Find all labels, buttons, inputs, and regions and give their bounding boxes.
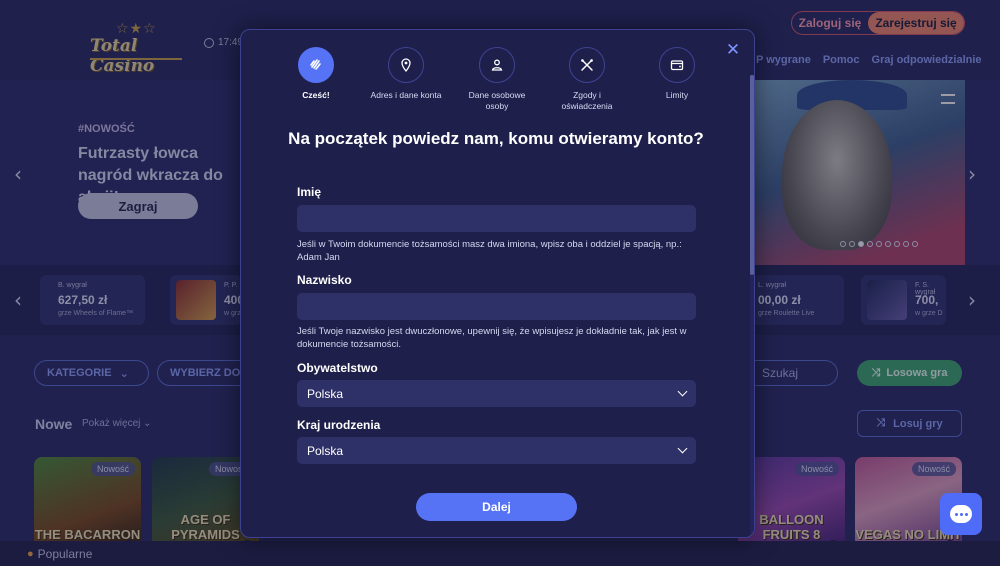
step-hello: Cześć! bbox=[276, 47, 356, 101]
tools-icon bbox=[569, 47, 605, 83]
birth-country-label: Kraj urodzenia bbox=[297, 418, 381, 432]
birth-country-select[interactable]: Polska bbox=[297, 437, 696, 464]
chat-button[interactable] bbox=[940, 493, 982, 535]
registration-steps: Cześć! Adres i dane konta Dane osobowe o… bbox=[241, 47, 754, 127]
form-title: Na początek powiedz nam, komu otwieramy … bbox=[288, 129, 704, 148]
last-name-label: Nazwisko bbox=[297, 273, 352, 287]
location-icon bbox=[388, 47, 424, 83]
citizenship-value: Polska bbox=[307, 386, 344, 401]
first-name-hint: Jeśli w Twoim dokumencie tożsamości masz… bbox=[297, 239, 682, 263]
citizenship-select[interactable]: Polska bbox=[297, 380, 696, 407]
step-personal: Dane osobowe osoby bbox=[457, 47, 537, 112]
registration-modal: ✕ Cześć! Adres i dane konta Dane osobowe… bbox=[240, 29, 755, 538]
last-name-hint: Jeśli Twoje nazwisko jest dwuczłonowe, u… bbox=[297, 326, 687, 350]
first-name-field[interactable] bbox=[297, 205, 696, 232]
wave-icon bbox=[298, 47, 334, 83]
step-limits: Limity bbox=[637, 47, 717, 101]
next-button[interactable]: Dalej bbox=[416, 493, 577, 521]
birth-country-value: Polska bbox=[307, 443, 344, 458]
chevron-down-icon bbox=[677, 386, 688, 397]
chevron-down-icon bbox=[677, 443, 688, 454]
step-consents: Zgody i oświadczenia bbox=[547, 47, 627, 112]
chat-icon bbox=[950, 505, 972, 523]
first-name-label: Imię bbox=[297, 185, 322, 199]
person-icon bbox=[479, 47, 515, 83]
step-address: Adres i dane konta bbox=[366, 47, 446, 101]
wallet-icon bbox=[659, 47, 695, 83]
last-name-field[interactable] bbox=[297, 293, 696, 320]
citizenship-label: Obywatelstwo bbox=[297, 361, 378, 375]
